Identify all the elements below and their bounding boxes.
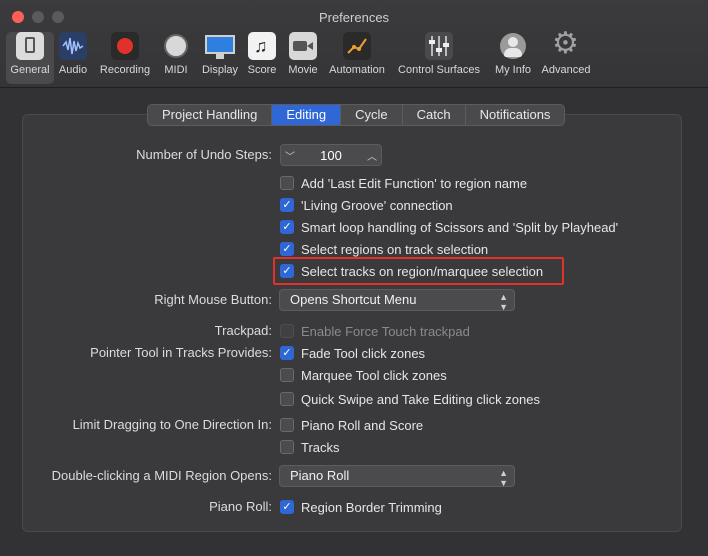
toolbar-general[interactable]: General xyxy=(6,32,54,84)
right-mouse-popup[interactable]: Opens Shortcut Menu ▲ ▼ xyxy=(279,289,515,312)
checkbox-row-force-touch: Enable Force Touch trackpad xyxy=(280,322,470,340)
right-mouse-value: Opens Shortcut Menu xyxy=(290,292,417,307)
gear-icon: ⚙ xyxy=(552,27,579,60)
checkbox-row-smart-loop[interactable]: ✓ Smart loop handling of Scissors and 'S… xyxy=(280,218,618,236)
pointer-tool-label: Pointer Tool in Tracks Provides: xyxy=(90,345,272,360)
toolbar-advanced[interactable]: ⚙ Advanced xyxy=(538,27,594,84)
toolbar-automation[interactable]: Automation xyxy=(326,32,388,84)
checkbox[interactable] xyxy=(280,392,294,406)
toolbar-control-surfaces[interactable]: Control Surfaces xyxy=(394,32,484,84)
tab-editing[interactable]: Editing xyxy=(272,105,342,125)
checkbox-row-marquee-tool[interactable]: Marquee Tool click zones xyxy=(280,366,447,384)
trackpad-label: Trackpad: xyxy=(214,323,272,338)
tab-project-handling[interactable]: Project Handling xyxy=(148,105,273,125)
general-icon xyxy=(16,32,44,60)
checkbox[interactable] xyxy=(280,440,294,454)
tab-cycle[interactable]: Cycle xyxy=(341,105,403,125)
user-icon xyxy=(499,32,527,60)
checkbox[interactable] xyxy=(280,176,294,190)
undo-steps-stepper[interactable]: ﹀ 100 ︿ xyxy=(280,144,382,166)
toolbar-score[interactable]: ♫ Score xyxy=(246,32,278,84)
piano-roll-label: Piano Roll: xyxy=(209,499,272,514)
checkbox-row-tracks[interactable]: Tracks xyxy=(280,438,340,456)
score-icon: ♫ xyxy=(248,32,276,60)
double-click-popup[interactable]: Piano Roll ▲ ▼ xyxy=(279,465,515,488)
stepper-down-icon[interactable]: ﹀ xyxy=(281,148,299,163)
midi-connector-icon xyxy=(162,32,190,60)
checkbox[interactable]: ✓ xyxy=(280,500,294,514)
toolbar-audio[interactable]: Audio xyxy=(56,32,90,84)
preferences-window: Preferences General Audio Recording MIDI xyxy=(0,0,708,556)
titlebar: Preferences General Audio Recording MIDI xyxy=(0,0,708,88)
movie-camera-icon xyxy=(289,32,317,60)
toolbar-recording[interactable]: Recording xyxy=(96,32,154,84)
stepper-up-icon[interactable]: ︿ xyxy=(363,148,381,163)
toolbar-midi[interactable]: MIDI xyxy=(160,32,192,84)
checkbox-row-fade-tool[interactable]: ✓ Fade Tool click zones xyxy=(280,344,425,362)
toolbar-my-info[interactable]: My Info xyxy=(490,32,536,84)
audio-waveform-icon xyxy=(59,32,87,60)
limit-dragging-label: Limit Dragging to One Direction In: xyxy=(72,417,272,432)
checkbox[interactable]: ✓ xyxy=(280,242,294,256)
checkbox[interactable] xyxy=(280,418,294,432)
control-surfaces-icon xyxy=(425,32,453,60)
checkbox-row-last-edit[interactable]: Add 'Last Edit Function' to region name xyxy=(280,174,527,192)
checkbox[interactable]: ✓ xyxy=(280,346,294,360)
checkbox-row-select-regions[interactable]: ✓ Select regions on track selection xyxy=(280,240,488,258)
window-title: Preferences xyxy=(318,10,390,25)
checkbox xyxy=(280,324,294,338)
double-click-value: Piano Roll xyxy=(290,468,350,483)
undo-steps-label: Number of Undo Steps: xyxy=(136,147,272,162)
double-click-label: Double-clicking a MIDI Region Opens: xyxy=(51,468,272,483)
checkbox-row-quick-swipe[interactable]: Quick Swipe and Take Editing click zones xyxy=(280,390,540,408)
record-icon xyxy=(111,32,139,60)
chevron-updown-icon: ▲ ▼ xyxy=(499,292,508,312)
checkbox-row-piano-roll-score[interactable]: Piano Roll and Score xyxy=(280,416,423,434)
toolbar-movie[interactable]: Movie xyxy=(286,32,320,84)
highlight-box xyxy=(273,257,564,285)
tab-notifications[interactable]: Notifications xyxy=(466,105,565,125)
tab-catch[interactable]: Catch xyxy=(403,105,466,125)
checkbox[interactable]: ✓ xyxy=(280,220,294,234)
toolbar-display[interactable]: Display xyxy=(198,32,242,84)
undo-steps-value: 100 xyxy=(320,147,342,163)
chevron-updown-icon: ▲ ▼ xyxy=(499,468,508,488)
checkbox[interactable] xyxy=(280,368,294,382)
checkbox-row-region-border[interactable]: ✓ Region Border Trimming xyxy=(280,498,442,516)
right-mouse-label: Right Mouse Button: xyxy=(154,292,272,307)
preferences-tabs: Project Handling Editing Cycle Catch Not… xyxy=(147,104,566,126)
automation-icon xyxy=(343,32,371,60)
checkbox[interactable]: ✓ xyxy=(280,198,294,212)
display-icon xyxy=(204,32,236,60)
checkbox-row-living-groove[interactable]: ✓ 'Living Groove' connection xyxy=(280,196,453,214)
